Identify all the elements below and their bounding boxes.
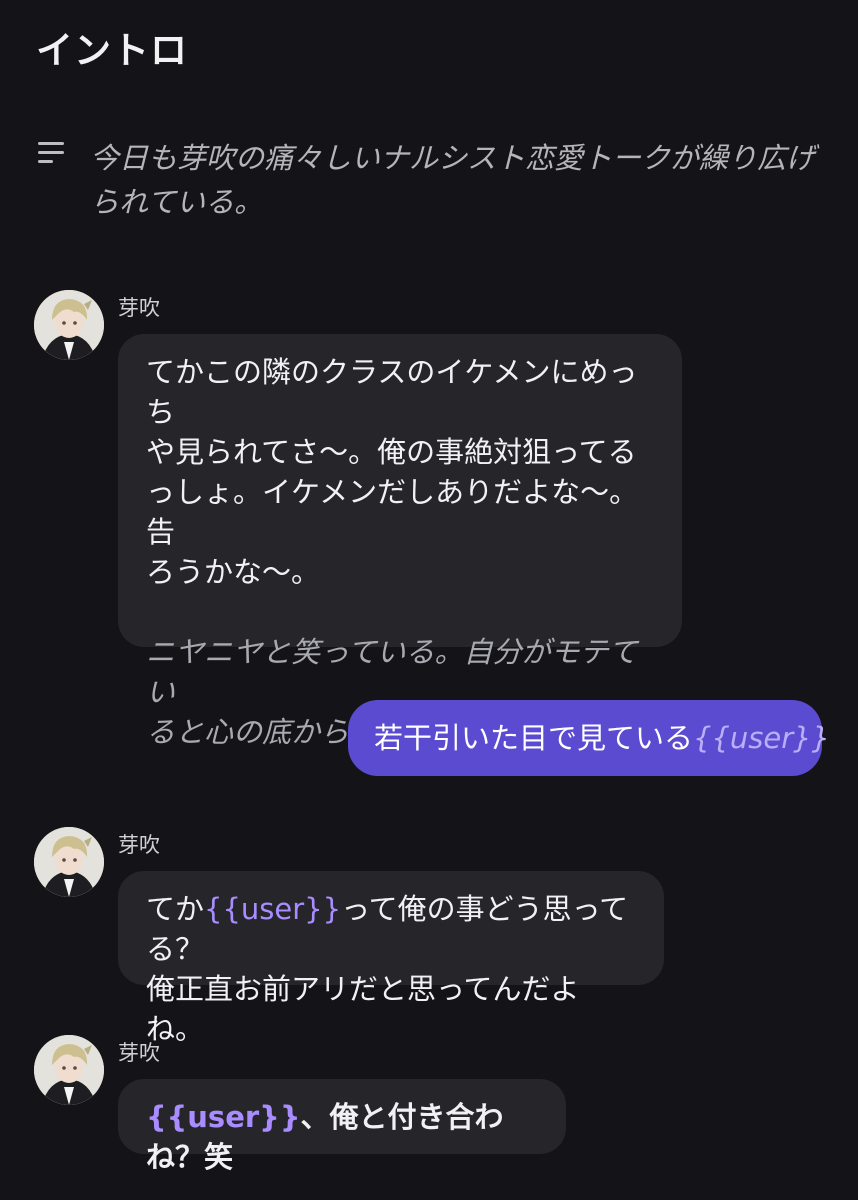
sender-name: 芽吹 [118, 1041, 160, 1065]
character-avatar[interactable] [34, 827, 104, 897]
message-text: てか [146, 892, 205, 926]
intro-text: 今日も芽吹の痛々しいナルシスト恋愛トークが繰り広げられている。 [90, 141, 816, 219]
character-avatar[interactable] [34, 1035, 104, 1105]
message-line: や見られてさ〜。俺の事絶対狙ってる [146, 435, 637, 469]
sender-name: 芽吹 [118, 833, 160, 857]
message-bubble: てかこの隣のクラスのイケメンにめっち や見られてさ〜。俺の事絶対狙ってる っしょ… [118, 334, 682, 749]
user-variable: {{user}} [204, 892, 342, 926]
user-variable: {{user}} [146, 1100, 301, 1134]
message-line: てか{{user}}って俺の事どう思ってる？ [146, 889, 636, 969]
user-variable: {{user}} [693, 721, 831, 755]
message-line: っしょ。イケメンだしありだよな〜。告 [146, 475, 639, 549]
user-message-text: 若干引いた目で見ている [374, 721, 694, 755]
user-message-bubble: 若干引いた目で見ている{{user}} [348, 700, 830, 776]
message-line: てかこの隣のクラスのイケメンにめっち [146, 355, 638, 429]
character-avatar[interactable] [34, 290, 104, 360]
message-line: 俺正直お前アリだと思ってんだよね。 [146, 972, 580, 1046]
sender-name: 芽吹 [118, 296, 160, 320]
message-bubble: てか{{user}}って俺の事どう思ってる？ 俺正直お前アリだと思ってんだよね。 [118, 871, 664, 1046]
intro-block: 今日も芽吹の痛々しいナルシスト恋愛トークが繰り広げられている。 [38, 136, 828, 224]
page-title: イントロ [36, 29, 188, 72]
message-line: ろうかな〜。 [146, 555, 321, 589]
message-bubble: {{user}}、俺と付き合わね？笑 [118, 1079, 566, 1174]
list-lines-icon [38, 142, 68, 224]
